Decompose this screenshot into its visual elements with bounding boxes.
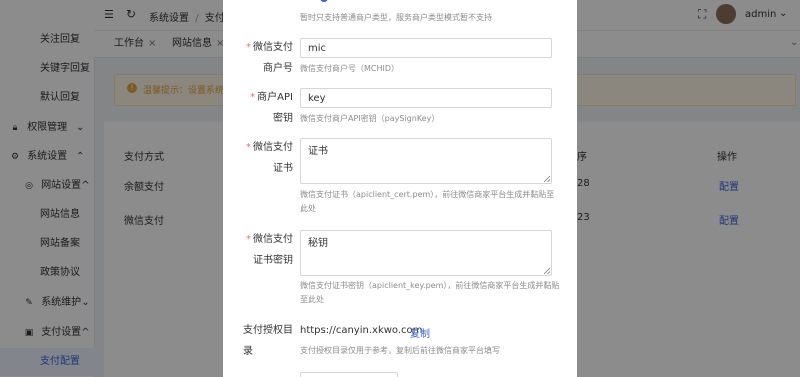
auth-dir-label-line2: 录 bbox=[243, 346, 253, 357]
mchid-label: * 微信支付 bbox=[246, 42, 293, 53]
api-key-hint: 微信支付商户API密钥（paySignKey） bbox=[300, 114, 440, 123]
next-field-input[interactable] bbox=[300, 372, 398, 377]
auth-dir-hint: 支付授权目录仅用于参考，复制后前往微信商家平台填写 bbox=[300, 346, 500, 355]
wechat-pay-config-modal: 暂时只支持普通商户类型，服务商户类型模式暂不支持 * 微信支付 商户号 mic 微… bbox=[223, 0, 577, 377]
mchid-label-line2: 商户号 bbox=[263, 63, 293, 74]
cert-key-label: * 微信支付 bbox=[246, 234, 293, 245]
resize-handle-icon[interactable] bbox=[544, 176, 550, 182]
api-key-label-line2: 密钥 bbox=[273, 113, 293, 124]
cert-key-label-line2: 证书密钥 bbox=[253, 255, 293, 266]
cert-textarea[interactable]: 证书 bbox=[300, 138, 552, 184]
auth-dir-value: https://canyin.xkwo.com bbox=[300, 325, 423, 336]
copy-button[interactable]: 复制 bbox=[410, 325, 430, 340]
merchant-type-hint: 暂时只支持普通商户类型，服务商户类型模式暂不支持 bbox=[300, 13, 492, 22]
radio-selected[interactable] bbox=[320, 0, 328, 2]
resize-handle-icon[interactable] bbox=[544, 268, 550, 274]
cert-key-textarea-value: 秘钥 bbox=[308, 238, 328, 249]
auth-dir-label: 支付授权目 bbox=[243, 325, 293, 336]
mchid-input[interactable]: mic bbox=[300, 38, 552, 58]
cert-key-hint: 微信支付证书密钥（apiclient_key.pem），前往微信商家平台生成并黏… bbox=[300, 281, 560, 304]
cert-label: * 微信支付 bbox=[246, 142, 293, 153]
cert-hint: 微信支付证书（apiclient_cert.pem），前往微信商家平台生成并黏贴… bbox=[300, 190, 555, 213]
cert-key-textarea[interactable]: 秘钥 bbox=[300, 230, 552, 276]
api-key-input[interactable]: key bbox=[300, 88, 552, 108]
api-key-label: * 商户API bbox=[250, 92, 293, 103]
cert-textarea-value: 证书 bbox=[308, 146, 328, 157]
cert-label-line2: 证书 bbox=[273, 163, 293, 174]
mchid-hint: 微信支付商户号（MCHID） bbox=[300, 64, 400, 73]
